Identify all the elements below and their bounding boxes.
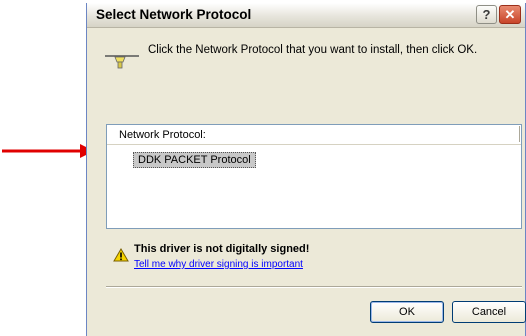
- select-network-protocol-dialog: Select Network Protocol ? ✕ Click the Ne…: [86, 3, 526, 336]
- warning-title: This driver is not digitally signed!: [134, 243, 310, 255]
- warning-icon: [113, 248, 129, 262]
- network-protocol-list[interactable]: Network Protocol: DDK PACKET Protocol: [106, 124, 522, 229]
- dialog-title: Select Network Protocol: [96, 7, 252, 22]
- column-divider[interactable]: [519, 126, 520, 142]
- list-column-header[interactable]: Network Protocol:: [107, 125, 521, 145]
- driver-signing-link[interactable]: Tell me why driver signing is important: [134, 259, 303, 270]
- title-bar[interactable]: Select Network Protocol ? ✕: [87, 3, 525, 28]
- ok-button[interactable]: OK: [370, 301, 444, 323]
- column-header-label: Network Protocol:: [119, 129, 206, 141]
- instruction-text: Click the Network Protocol that you want…: [148, 44, 478, 56]
- network-connector-icon: [105, 55, 139, 69]
- red-arrow-icon: [2, 144, 94, 158]
- help-button[interactable]: ?: [476, 5, 497, 24]
- list-item-ddk-packet-protocol[interactable]: DDK PACKET Protocol: [133, 152, 256, 168]
- separator: [106, 286, 522, 288]
- close-button[interactable]: ✕: [499, 5, 521, 24]
- cancel-button[interactable]: Cancel: [452, 301, 526, 323]
